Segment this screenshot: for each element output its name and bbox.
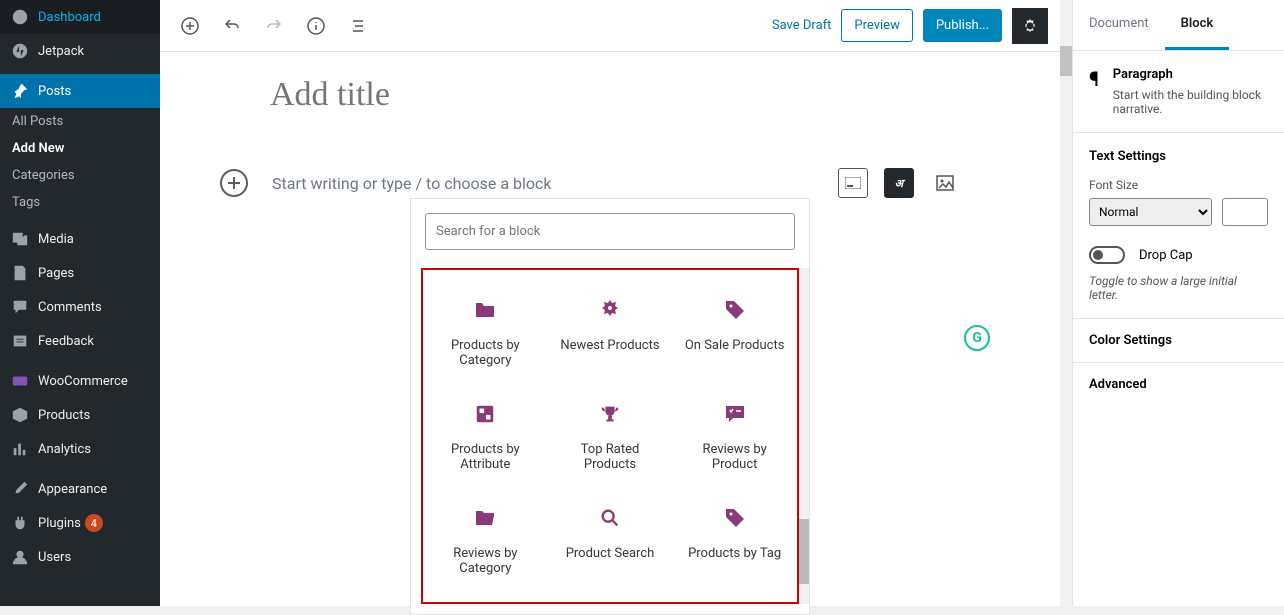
sidebar-label: Jetpack xyxy=(38,44,84,59)
folder-icon xyxy=(471,296,499,324)
drop-cap-label: Drop Cap xyxy=(1139,248,1193,263)
sidebar-item-pages[interactable]: Pages xyxy=(0,256,160,290)
tab-block[interactable]: Block xyxy=(1165,0,1230,50)
sidebar-item-analytics[interactable]: Analytics xyxy=(0,432,160,466)
sidebar-label: Posts xyxy=(38,84,71,99)
post-title-input[interactable] xyxy=(270,72,693,118)
tag-icon xyxy=(721,296,749,324)
block-top-rated-products[interactable]: Top Rated Products xyxy=(548,384,673,488)
sidebar-item-products[interactable]: Products xyxy=(0,398,160,432)
search-icon xyxy=(596,504,624,532)
sidebar-label: Products xyxy=(38,408,90,423)
block-search-input[interactable] xyxy=(425,213,795,250)
plug-icon xyxy=(10,513,30,533)
sidebar-label: Users xyxy=(38,550,71,565)
review-icon xyxy=(721,400,749,428)
heading-block-icon[interactable]: अ xyxy=(884,168,914,198)
sidebar-label: WooCommerce xyxy=(38,374,128,389)
dashboard-icon xyxy=(10,7,30,27)
woo-icon xyxy=(10,371,30,391)
sidebar-item-posts[interactable]: Posts xyxy=(0,74,160,108)
pages-icon xyxy=(10,263,30,283)
sidebar-sub-allposts[interactable]: All Posts xyxy=(0,108,160,135)
sidebar-item-dashboard[interactable]: Dashboard xyxy=(0,0,160,34)
drop-cap-help: Toggle to show a large initial letter. xyxy=(1089,274,1268,302)
grammarly-icon[interactable]: G xyxy=(964,325,990,351)
insert-block-button[interactable] xyxy=(220,169,248,197)
sidebar-item-woocommerce[interactable]: WooCommerce xyxy=(0,364,160,398)
sidebar-label: Feedback xyxy=(38,334,94,349)
block-products-by-attribute[interactable]: Products by Attribute xyxy=(423,384,548,488)
block-product-search[interactable]: Product Search xyxy=(548,488,673,592)
tag-alt-icon xyxy=(721,504,749,532)
tab-document[interactable]: Document xyxy=(1073,0,1165,50)
sidebar-item-feedback[interactable]: Feedback xyxy=(0,324,160,358)
block-description: Start with the building block narrative. xyxy=(1113,88,1268,116)
paragraph-icon: ¶ xyxy=(1089,67,1099,116)
editor-scrollbar[interactable] xyxy=(1060,46,1072,76)
products-icon xyxy=(10,405,30,425)
preview-button[interactable]: Preview xyxy=(841,9,912,42)
block-products-by-category[interactable]: Products by Category xyxy=(423,280,548,384)
settings-button[interactable] xyxy=(1012,8,1048,44)
inserter-scrollbar[interactable] xyxy=(799,268,809,604)
image-block-icon[interactable] xyxy=(930,168,960,198)
sidebar-label: Plugins xyxy=(38,516,81,531)
block-on-sale-products[interactable]: On Sale Products xyxy=(672,280,797,384)
sidebar-item-users[interactable]: Users xyxy=(0,540,160,574)
users-icon xyxy=(10,547,30,567)
jetpack-icon xyxy=(10,41,30,61)
attribute-icon xyxy=(471,400,499,428)
sidebar-sub-addnew[interactable]: Add New xyxy=(0,135,160,162)
advanced-section[interactable]: Advanced xyxy=(1073,363,1284,406)
sidebar-item-comments[interactable]: Comments xyxy=(0,290,160,324)
sidebar-label: Comments xyxy=(38,300,102,315)
pin-icon xyxy=(10,81,30,101)
feedback-icon xyxy=(10,331,30,351)
block-inserter: Products by Category Newest Products On … xyxy=(410,198,810,615)
color-settings-section[interactable]: Color Settings xyxy=(1073,319,1284,363)
video-block-icon[interactable] xyxy=(838,168,868,198)
drop-cap-toggle[interactable] xyxy=(1089,246,1125,264)
font-size-select[interactable]: Normal xyxy=(1089,198,1212,226)
trophy-icon xyxy=(596,400,624,428)
paragraph-placeholder[interactable]: Start writing or type / to choose a bloc… xyxy=(272,174,838,193)
add-block-button[interactable] xyxy=(172,8,208,44)
redo-button[interactable] xyxy=(256,8,292,44)
sidebar-label: Appearance xyxy=(38,482,107,497)
sidebar-sub-tags[interactable]: Tags xyxy=(0,189,160,216)
block-products-by-tag[interactable]: Products by Tag xyxy=(672,488,797,592)
sidebar-item-media[interactable]: Media xyxy=(0,222,160,256)
sidebar-label: Pages xyxy=(38,266,74,281)
folder-open-icon xyxy=(471,504,499,532)
block-newest-products[interactable]: Newest Products xyxy=(548,280,673,384)
comments-icon xyxy=(10,297,30,317)
block-name: Paragraph xyxy=(1113,67,1268,82)
publish-button[interactable]: Publish... xyxy=(923,9,1002,42)
undo-button[interactable] xyxy=(214,8,250,44)
text-settings-heading: Text Settings xyxy=(1089,149,1268,164)
sidebar-label: Media xyxy=(38,232,74,247)
save-draft-button[interactable]: Save Draft xyxy=(772,18,832,33)
sidebar-label: Analytics xyxy=(38,442,91,457)
brush-icon xyxy=(10,479,30,499)
update-badge: 4 xyxy=(85,514,103,532)
sidebar-sub-categories[interactable]: Categories xyxy=(0,162,160,189)
sidebar-item-appearance[interactable]: Appearance xyxy=(0,472,160,506)
analytics-icon xyxy=(10,439,30,459)
outline-button[interactable] xyxy=(340,8,376,44)
sidebar-item-jetpack[interactable]: Jetpack xyxy=(0,34,160,68)
info-button[interactable] xyxy=(298,8,334,44)
media-icon xyxy=(10,229,30,249)
sidebar-label: Dashboard xyxy=(38,10,101,25)
font-size-label: Font Size xyxy=(1089,178,1268,192)
block-reviews-by-product[interactable]: Reviews by Product xyxy=(672,384,797,488)
font-size-input[interactable] xyxy=(1222,198,1268,226)
new-badge-icon xyxy=(596,296,624,324)
block-reviews-by-category[interactable]: Reviews by Category xyxy=(423,488,548,592)
sidebar-item-plugins[interactable]: Plugins 4 xyxy=(0,506,160,540)
